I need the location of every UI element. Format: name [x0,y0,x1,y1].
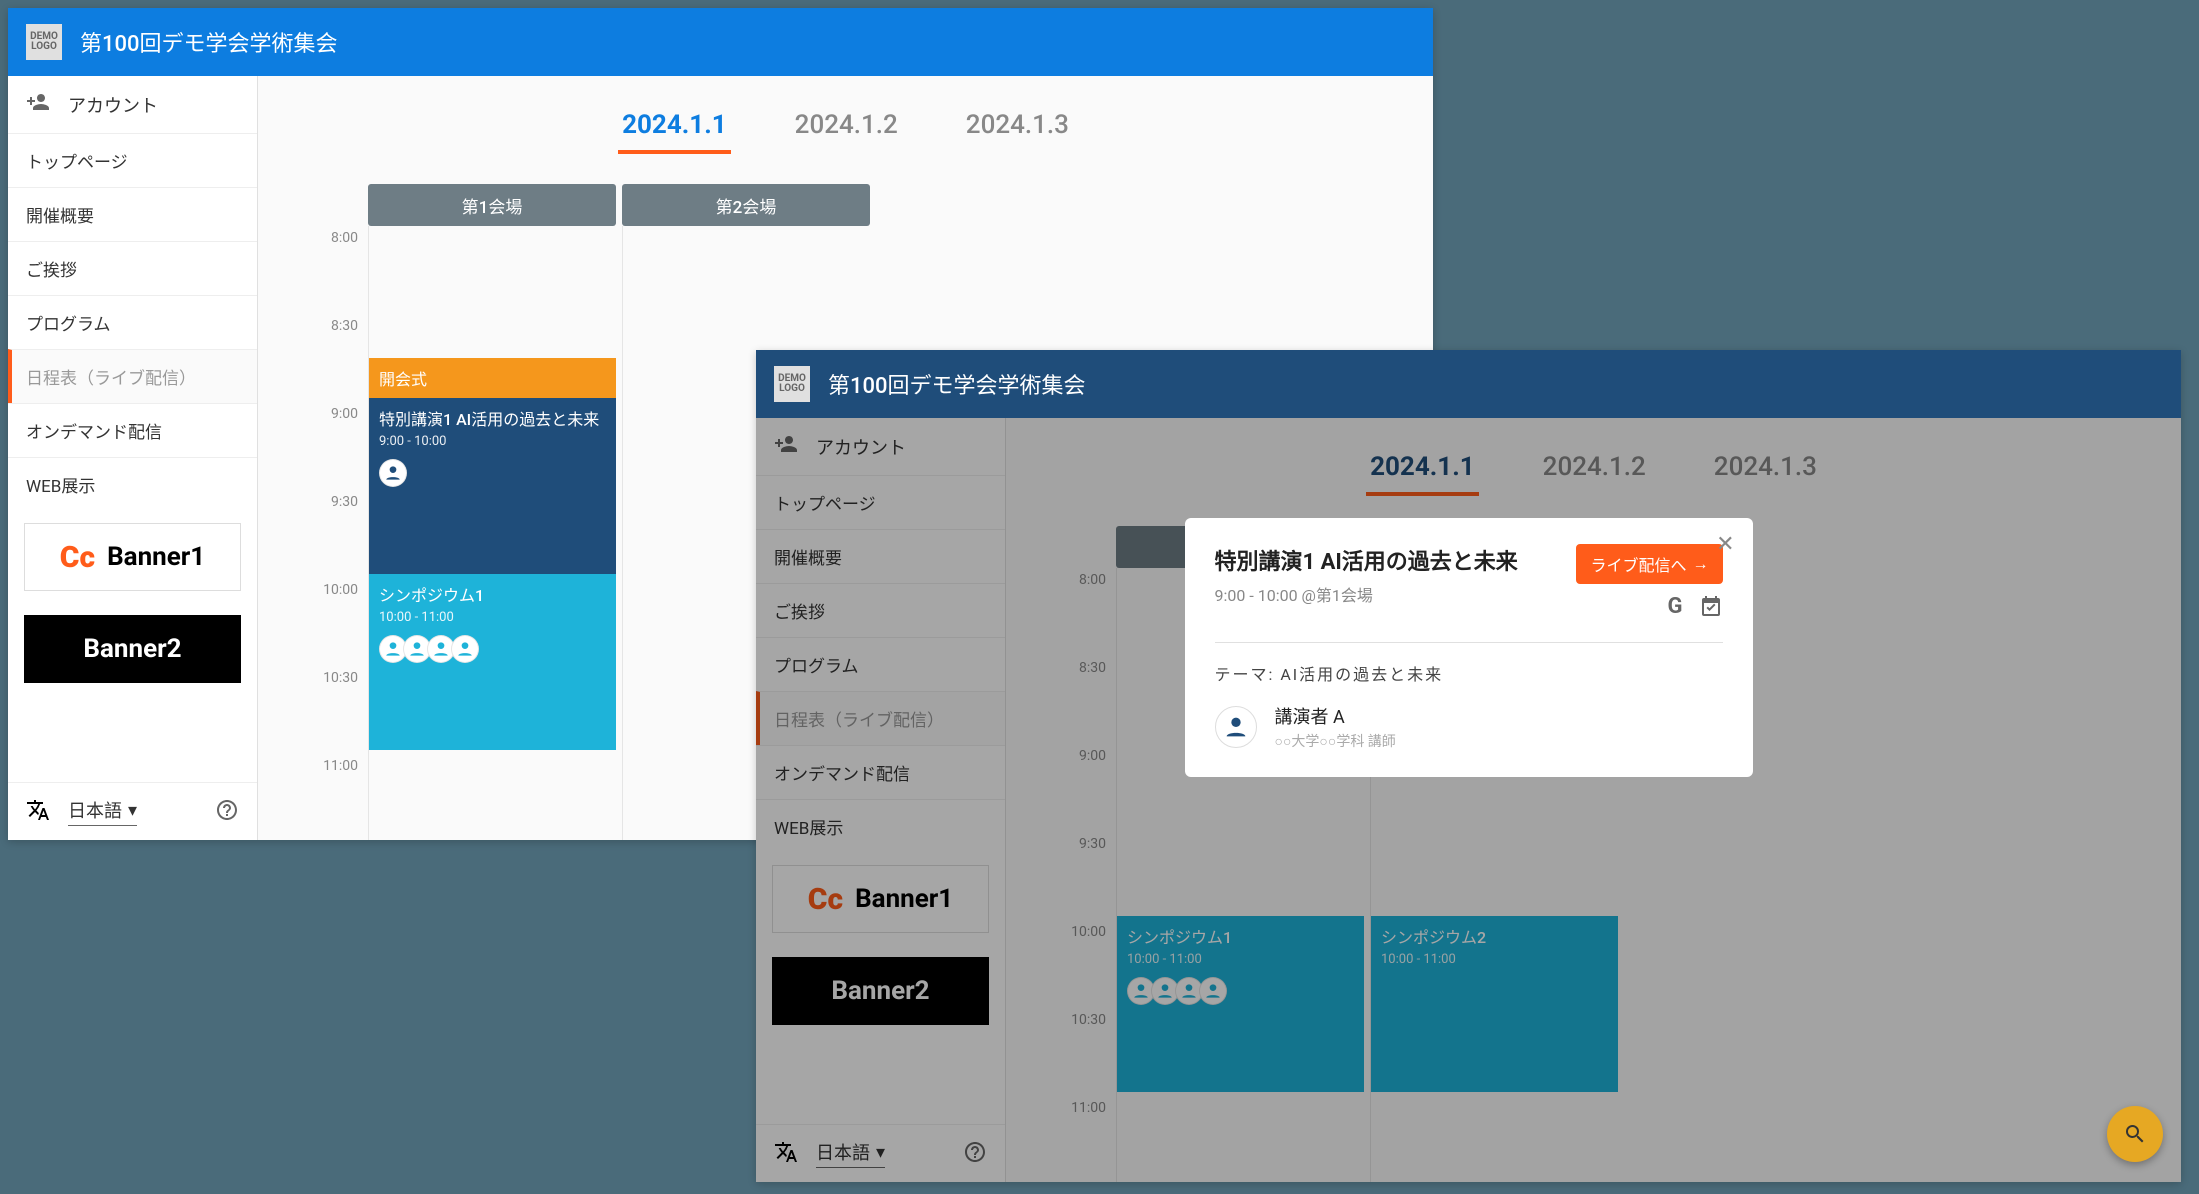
speaker-avatar-icon [1215,706,1257,748]
speaker-name: 講演者 A [1275,703,1396,729]
time-1000: 10:00 [308,578,368,666]
language-select[interactable]: 日本語 ▾ [68,797,137,826]
speaker-affiliation: ○○大学○○学科 講師 [1275,731,1396,751]
time-900: 9:00 [308,402,368,490]
room-header-1: 第1会場 [368,184,616,226]
modal-title: 特別講演1 AI活用の過去と未来 [1215,544,1518,576]
time-800: 8:00 [308,226,368,314]
sidebar-account[interactable]: アカウント [8,76,257,133]
sidebar-item-schedule[interactable]: 日程表（ライブ配信） [8,349,257,403]
header-title: 第100回デモ学会学術集会 [80,26,338,58]
banner-2[interactable]: Banner2 [24,615,241,683]
sidebar-item-ondemand[interactable]: オンデマンド配信 [8,403,257,457]
sidebar: アカウント トップページ 開催概要 ご挨拶 プログラム 日程表（ライブ配信） オ… [8,76,258,840]
event-sympo1-title: シンポジウム1 [379,582,606,606]
arrow-right-icon: → [1693,554,1709,574]
chevron-down-icon: ▾ [128,800,137,821]
search-fab[interactable] [2107,1106,2163,1162]
session-modal: ✕ 特別講演1 AI活用の過去と未来 9:00 - 10:00 @第1会場 ライ… [1185,518,1753,777]
time-930: 9:30 [308,490,368,578]
banner-1-icon: Cc [60,540,95,575]
date-tab-1[interactable]: 2024.1.1 [618,100,731,154]
avatar-icon [451,635,479,663]
help-icon[interactable] [215,798,239,826]
language-label: 日本語 [68,797,122,823]
event-lecture-time: 9:00 - 10:00 [379,434,606,449]
date-tab-3[interactable]: 2024.1.3 [962,100,1073,154]
divider [1215,642,1723,643]
date-tab-2[interactable]: 2024.1.2 [791,100,902,154]
header: DEMO LOGO 第100回デモ学会学術集会 [8,8,1433,76]
time-1030: 10:30 [308,666,368,754]
modal-subtitle: 9:00 - 10:00 @第1会場 [1215,582,1518,606]
search-icon [2123,1122,2147,1146]
event-sympo1-avatars [379,635,606,663]
header-title: 第100回デモ学会学術集会 [828,368,1086,400]
event-sympo1[interactable]: シンポジウム1 10:00 - 11:00 [369,574,616,750]
room-column-1: 第1会場 開会式 特別講演1 AI活用の過去と未来 9:00 - 10:00 [368,184,616,840]
banner-1-label: Banner1 [107,542,205,572]
speaker-row: 講演者 A ○○大学○○学科 講師 [1215,703,1723,751]
modal-overlay[interactable]: ✕ 特別講演1 AI活用の過去と未来 9:00 - 10:00 @第1会場 ライ… [756,418,2181,1182]
sidebar-account-label: アカウント [68,92,158,118]
date-tabs: 2024.1.1 2024.1.2 2024.1.3 [258,100,1433,154]
google-calendar-icon[interactable]: G [1668,594,1683,624]
live-stream-label: ライブ配信へ [1590,552,1686,576]
modal-theme: テーマ: AI活用の過去と未来 [1215,661,1723,685]
sidebar-item-webexhibit[interactable]: WEB展示 [8,457,257,511]
window-schedule-modal: DEMO LOGO 第100回デモ学会学術集会 アカウント トップページ 開催概… [756,350,2181,1182]
event-lecture-title: 特別講演1 AI活用の過去と未来 [379,406,606,430]
banner-1[interactable]: Cc Banner1 [24,523,241,591]
sidebar-item-overview[interactable]: 開催概要 [8,187,257,241]
event-sympo1-time: 10:00 - 11:00 [379,610,606,625]
room-header-2: 第2会場 [622,184,870,226]
header: DEMO LOGO 第100回デモ学会学術集会 [756,350,2181,418]
avatar-icon [379,459,407,487]
sidebar-item-greeting[interactable]: ご挨拶 [8,241,257,295]
time-column: 8:00 8:30 9:00 9:30 10:00 10:30 11:00 [308,184,368,840]
sidebar-item-top[interactable]: トップページ [8,133,257,187]
event-lecture[interactable]: 特別講演1 AI活用の過去と未来 9:00 - 10:00 [369,398,616,574]
logo: DEMO LOGO [774,366,810,402]
sidebar-footer: 日本語 ▾ [8,782,257,840]
calendar-icon[interactable] [1699,594,1723,624]
event-opening[interactable]: 開会式 [369,358,616,398]
time-1100: 11:00 [308,754,368,840]
event-opening-title: 開会式 [379,366,606,390]
live-stream-button[interactable]: ライブ配信へ → [1576,544,1722,584]
close-icon[interactable]: ✕ [1716,532,1734,557]
event-lecture-avatars [379,459,606,487]
translate-icon [26,798,50,826]
time-830: 8:30 [308,314,368,402]
account-icon [26,90,50,119]
logo: DEMO LOGO [26,24,62,60]
sidebar-item-program[interactable]: プログラム [8,295,257,349]
